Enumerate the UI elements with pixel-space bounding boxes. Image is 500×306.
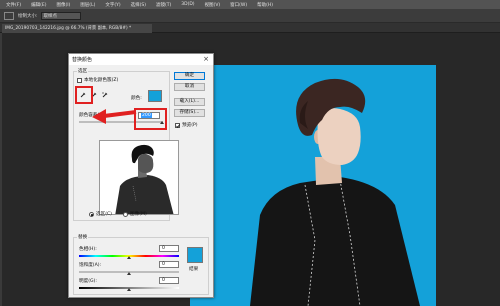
menu-3d[interactable]: 3D(D) [181,2,194,7]
load-button[interactable]: 载入(L)... [174,98,205,106]
fuzziness-highlight [134,108,167,130]
sample-size-label: 绘制大小: [18,13,38,19]
menu-bar: 文件(F) 编辑(E) 图像(I) 图层(L) 文字(Y) 选择(S) 滤镜(T… [0,0,500,9]
menu-layer[interactable]: 图层(L) [80,2,95,8]
menu-edit[interactable]: 编辑(E) [31,2,46,8]
selection-color-swatch[interactable] [148,90,162,102]
eyedropper-minus-icon[interactable] [101,91,108,98]
checkmark-icon [176,124,180,128]
radio-selection-label: 选区(C) [96,212,112,217]
menu-view[interactable]: 视图(V) [205,2,221,8]
lightness-label: 明度(G): [79,279,97,284]
color-label: 颜色: [131,96,142,101]
saturation-field[interactable]: 0 [159,261,179,268]
options-bar: 绘制大小: 取样点 [0,9,500,23]
saturation-label: 饱和度(A): [79,263,102,268]
sample-size-select[interactable]: 取样点 [40,11,81,20]
preview-label: 预览(P) [182,123,198,128]
localized-clusters-label: 本地化颜色簇(Z) [84,78,119,83]
replace-group-label: 替换 [77,234,89,240]
saturation-slider-thumb[interactable] [127,272,131,275]
lightness-slider-thumb[interactable] [127,288,131,291]
mask-preview-image [100,141,178,214]
person-photo [250,78,420,306]
document-tab-bar: IMG_20190703_142216.jpg @ 66.7% (背景 副本, … [0,23,500,33]
selection-mask-preview [99,140,179,215]
eyedropper-highlight [75,86,93,104]
save-button[interactable]: 存储(S)... [174,109,205,117]
menu-filter[interactable]: 滤镜(T) [156,2,171,8]
dialog-title: 替换颜色 [72,57,93,63]
cancel-button[interactable]: 取消 [174,83,205,91]
radio-image[interactable] [123,212,128,217]
preview-checkbox[interactable] [175,123,180,128]
menu-file[interactable]: 文件(F) [6,2,21,8]
radio-image-label: 图像(M) [130,212,147,217]
menu-select[interactable]: 选择(S) [131,2,146,8]
hue-slider-thumb[interactable] [127,256,131,259]
menu-help[interactable]: 帮助(H) [257,2,273,8]
ok-button[interactable]: 确定 [174,72,205,80]
close-icon[interactable]: × [203,55,209,63]
red-arrow-icon [92,109,137,124]
hue-label: 色相(H): [79,247,97,252]
menu-image[interactable]: 图像(I) [56,2,70,8]
eyedropper-tool-icon[interactable] [4,11,14,20]
result-color-swatch[interactable] [187,247,203,263]
lightness-field[interactable]: 0 [159,277,179,284]
radio-selection[interactable] [89,212,94,217]
menu-type[interactable]: 文字(Y) [105,2,120,8]
menu-window[interactable]: 窗口(W) [230,2,247,8]
selection-group-label: 选区 [77,68,89,74]
hue-field[interactable]: 0 [159,245,179,252]
canvas-photo[interactable] [190,65,436,306]
localized-clusters-checkbox[interactable] [77,78,82,83]
result-label: 结果 [189,267,199,272]
dialog-titlebar: 替换颜色 × [69,54,213,65]
document-tab[interactable]: IMG_20190703_142216.jpg @ 66.7% (背景 副本, … [2,24,152,33]
